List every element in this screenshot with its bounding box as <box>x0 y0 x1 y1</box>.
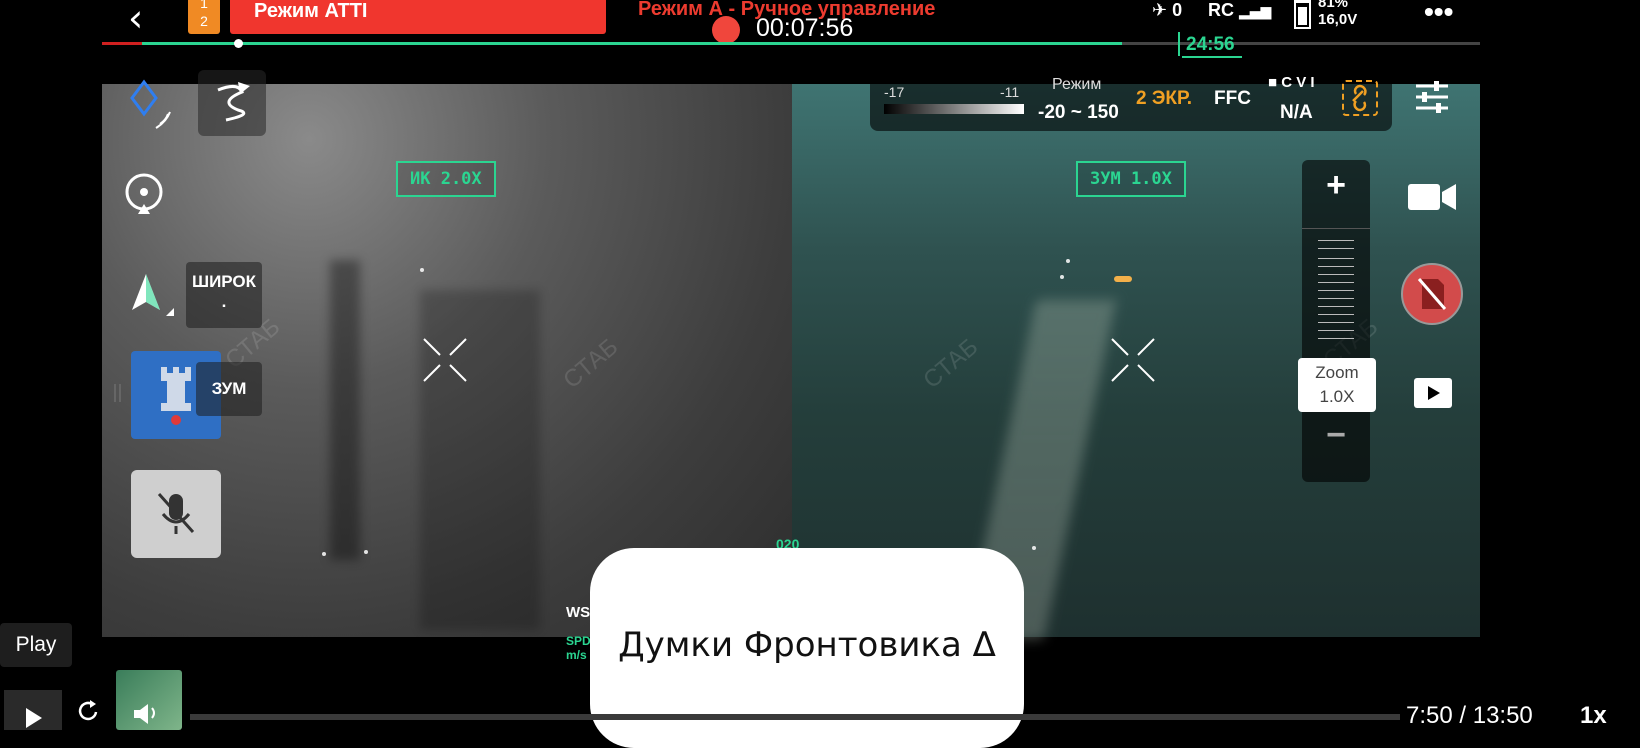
zoom-tooltip-title: Zoom <box>1315 363 1359 382</box>
flight-progress-bar <box>102 42 1480 45</box>
ffc-button[interactable]: FFC <box>1214 88 1251 110</box>
battery-percent: 81% <box>1318 0 1349 11</box>
drag-handle-icon[interactable] <box>114 384 121 402</box>
rc-signal: RC ▂▄▆ <box>1208 0 1271 21</box>
video-camera-icon[interactable] <box>1406 180 1458 214</box>
ground-light <box>1032 546 1036 550</box>
thermal-shadow <box>330 260 360 560</box>
flight-progress-marker <box>1178 32 1180 56</box>
ground-light <box>420 268 424 272</box>
volume-icon[interactable] <box>132 702 162 724</box>
ground-light <box>322 552 326 556</box>
thermal-range-high: -11 <box>1000 84 1020 100</box>
battery-icon <box>1294 0 1311 29</box>
speed-label: SPD <box>566 634 591 648</box>
zoom-tooltip-value: 1.0X <box>1319 387 1355 406</box>
more-icon[interactable]: ••• <box>1424 0 1453 28</box>
record-button[interactable] <box>1401 263 1463 325</box>
zoom-in-button[interactable]: + <box>1302 166 1370 205</box>
settings-sliders-icon[interactable] <box>1414 80 1450 114</box>
waypoint-route-button[interactable] <box>198 70 266 136</box>
play-icon <box>1428 386 1440 400</box>
warm-light <box>1114 276 1132 282</box>
flight-time-underline <box>1182 56 1242 58</box>
flight-progress-knob <box>234 39 243 48</box>
rc-label: RC <box>1208 0 1234 20</box>
thermal-mode-label: Режим <box>1052 76 1102 93</box>
atti-mode-text: Режим ATTI <box>254 0 368 22</box>
mic-off-icon <box>157 492 195 534</box>
recording-time: 00:07:56 <box>756 14 854 42</box>
thermal-mode-range[interactable]: -20 ~ 150 <box>1038 102 1119 124</box>
thermal-gradient-bar[interactable] <box>884 104 1024 114</box>
storage-status: ■ C V I <box>1268 74 1315 91</box>
storage-value: N/A <box>1280 102 1313 123</box>
route-icon <box>217 82 250 122</box>
ground-light <box>1060 275 1064 279</box>
flight-progress-fill <box>102 42 1122 45</box>
satellite-icon: ✈ <box>1152 0 1168 21</box>
back-button[interactable]: ‹ <box>128 0 143 40</box>
wide-label: ШИРОК <box>191 272 256 291</box>
ground-light <box>364 550 368 554</box>
channel-name: Думки Фронтовика Δ <box>618 625 996 665</box>
link-icon[interactable] <box>1342 80 1378 116</box>
zoom-tooltip: Zoom 1.0X <box>1298 358 1376 412</box>
playback-time: 7:50 / 13:50 <box>1406 702 1533 729</box>
mode-badge-bottom: 2 <box>200 13 208 29</box>
ir-zoom-label: ИК 2.0X <box>396 161 496 197</box>
flight-time-remaining: 24:56 <box>1186 34 1235 55</box>
zoom-mode-label: ЗУМ <box>196 362 262 416</box>
play-tooltip: Play <box>0 623 72 667</box>
wind-speed-label: WS <box>566 604 591 621</box>
speed-unit: m/s <box>566 648 587 662</box>
gimbal-direction-icon[interactable] <box>126 270 178 322</box>
flight-progress-warning <box>102 42 142 45</box>
wide-sub: . <box>221 292 227 311</box>
satellite-count: 0 <box>1172 0 1183 20</box>
sd-card-error-icon <box>1417 278 1447 310</box>
thermal-range-low: -17 <box>884 84 905 100</box>
play-button[interactable] <box>4 690 62 730</box>
camera-zoom-label: ЗУМ 1.0X <box>1076 161 1186 197</box>
ground-light <box>1066 259 1070 263</box>
crosshair-icon <box>1111 338 1155 382</box>
screens-toggle[interactable]: 2 ЭКР. <box>1136 88 1192 110</box>
locate-icon[interactable] <box>122 172 166 218</box>
mute-microphone-button[interactable] <box>131 470 221 558</box>
playback-speed-button[interactable]: 1x <box>1580 702 1607 730</box>
sd-card-icon: ■ <box>1268 74 1278 91</box>
zoom-out-button[interactable]: − <box>1302 416 1370 455</box>
flight-mode-badge: 1 2 <box>188 0 220 34</box>
crosshair-icon <box>423 338 467 382</box>
playback-button[interactable] <box>1414 378 1452 408</box>
wide-camera-button[interactable]: ШИРОК . <box>186 262 262 328</box>
video-scrub-bar[interactable] <box>190 714 1400 720</box>
battery-voltage: 16,0V <box>1318 11 1358 28</box>
battery-status: 81% 16,0V <box>1318 0 1357 28</box>
storage-label: C V I <box>1281 74 1315 91</box>
zoom-slider[interactable]: + − <box>1302 160 1370 482</box>
signal-bars-icon: ▂▄▆ <box>1239 4 1272 20</box>
navigation-mode-icon[interactable] <box>126 78 182 134</box>
satellite-status: ✈ 0 <box>1152 0 1182 21</box>
play-icon <box>26 708 42 728</box>
recording-dot-icon <box>712 16 740 44</box>
mode-badge-top: 1 <box>200 0 208 11</box>
replay-icon[interactable] <box>76 700 102 722</box>
